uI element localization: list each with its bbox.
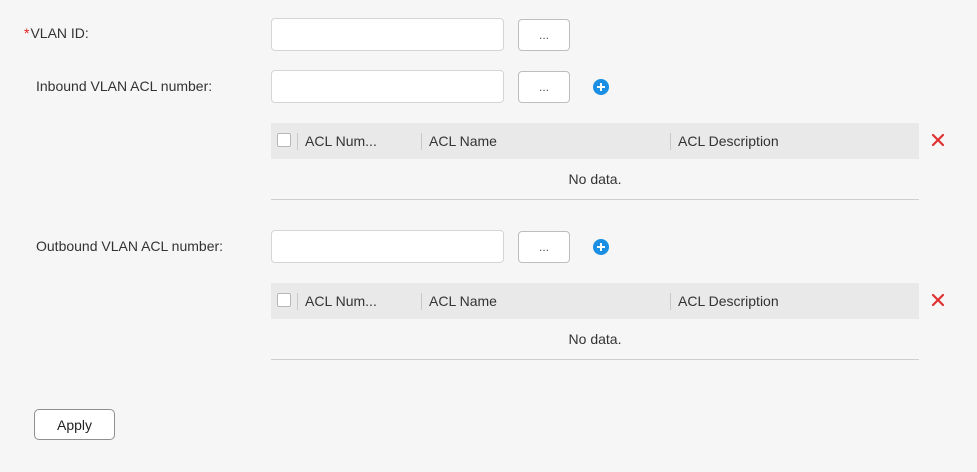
table-header: ACL Num... ACL Name ACL Description [271, 283, 919, 319]
column-header-acl-name[interactable]: ACL Name [429, 123, 497, 159]
inbound-add-icon[interactable] [593, 79, 609, 95]
column-divider [670, 293, 671, 310]
vlan-id-label: *VLAN ID: [24, 25, 89, 41]
column-header-acl-description[interactable]: ACL Description [678, 283, 779, 319]
outbound-acl-input[interactable] [271, 230, 504, 263]
column-divider [297, 133, 298, 150]
inbound-acl-input[interactable] [271, 70, 504, 103]
column-header-acl-number[interactable]: ACL Num... [305, 123, 377, 159]
outbound-add-icon[interactable] [593, 239, 609, 255]
outbound-acl-label: Outbound VLAN ACL number: [36, 238, 224, 254]
outbound-delete-icon[interactable] [931, 293, 945, 307]
column-header-acl-name[interactable]: ACL Name [429, 283, 497, 319]
outbound-acl-browse-button[interactable]: ... [518, 231, 570, 263]
inbound-acl-label: Inbound VLAN ACL number: [36, 78, 213, 94]
column-header-acl-description[interactable]: ACL Description [678, 123, 779, 159]
apply-button[interactable]: Apply [34, 409, 115, 440]
select-all-checkbox[interactable] [277, 133, 291, 147]
empty-row: No data. [271, 159, 919, 200]
vlan-id-input[interactable] [271, 18, 504, 51]
inbound-delete-icon[interactable] [931, 133, 945, 147]
column-header-acl-number[interactable]: ACL Num... [305, 283, 377, 319]
outbound-acl-table: ACL Num... ACL Name ACL Description No d… [271, 283, 919, 360]
required-mark: * [24, 25, 30, 41]
column-divider [297, 293, 298, 310]
column-divider [421, 293, 422, 310]
inbound-acl-table: ACL Num... ACL Name ACL Description No d… [271, 123, 919, 200]
select-all-checkbox[interactable] [277, 293, 291, 307]
vlan-id-browse-button[interactable]: ... [518, 19, 570, 51]
column-divider [421, 133, 422, 150]
empty-row: No data. [271, 319, 919, 360]
column-divider [670, 133, 671, 150]
inbound-acl-browse-button[interactable]: ... [518, 71, 570, 103]
table-header: ACL Num... ACL Name ACL Description [271, 123, 919, 159]
